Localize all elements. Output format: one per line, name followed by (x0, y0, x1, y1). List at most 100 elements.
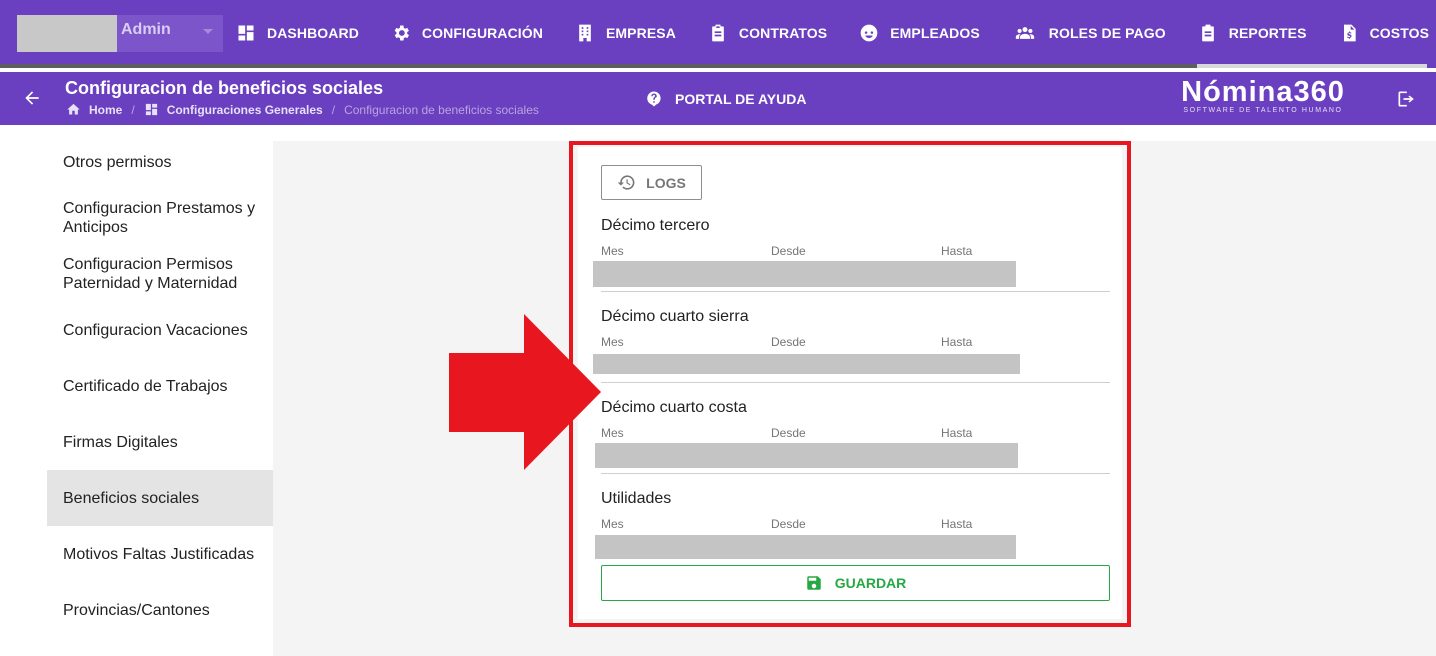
nav-item-dashboard[interactable]: DASHBOARD (236, 0, 359, 66)
nav-item-label: ROLES DE PAGO (1048, 25, 1166, 41)
redacted-fields-bar[interactable] (593, 261, 1016, 287)
save-button[interactable]: GUARDAR (601, 565, 1110, 601)
breadcrumb-current: Configuracion de beneficios sociales (344, 102, 539, 117)
dashboard-icon (145, 103, 157, 116)
sidebar-item-provincias-cantones[interactable]: Provincias/Cantones (47, 582, 273, 638)
column-labels: Mes Desde Hasta (601, 244, 1110, 260)
breadcrumb-separator: / (131, 102, 135, 117)
divider (601, 382, 1110, 383)
nav-item-label: CONFIGURACIÓN (421, 25, 543, 41)
red-arrow-annotation (449, 314, 601, 470)
column-labels: Mes Desde Hasta (601, 426, 1110, 442)
col-desde-label: Desde (771, 244, 806, 258)
help-portal-link[interactable]: PORTAL DE AYUDA (645, 90, 806, 108)
sidebar-item-label: Configuracion Vacaciones (63, 321, 248, 339)
breadcrumb-home[interactable]: Home (66, 102, 122, 117)
people-icon (1015, 27, 1034, 39)
col-desde-label: Desde (771, 426, 806, 440)
sidebar-item-label: Certificado de Trabajos (63, 377, 228, 395)
nav-scrollbar[interactable] (0, 64, 1197, 68)
col-desde-label: Desde (771, 517, 806, 531)
section-decimo-cuarto-sierra: Décimo cuarto sierra Mes Desde Hasta (601, 308, 1110, 351)
sidebar-item-firmas-digitales[interactable]: Firmas Digitales (47, 414, 273, 470)
save-button-label: GUARDAR (834, 575, 907, 591)
nav-item-reportes[interactable]: REPORTES (1198, 0, 1307, 66)
redacted-fields-bar[interactable] (595, 443, 1018, 468)
section-decimo-tercero: Décimo tercero Mes Desde Hasta (601, 217, 1110, 260)
column-labels: Mes Desde Hasta (601, 517, 1110, 533)
sidebar-item-label: Configuracion Prestamos y Anticipos (63, 200, 256, 236)
column-labels: Mes Desde Hasta (601, 335, 1110, 351)
col-hasta-label: Hasta (941, 335, 973, 349)
redacted-fields-bar[interactable] (595, 535, 1016, 559)
logout-icon (1398, 91, 1414, 107)
help-icon (647, 91, 661, 107)
page-header: Configuracion de beneficios sociales Hom… (0, 72, 1436, 125)
col-desde-label: Desde (771, 335, 806, 349)
chevron-down-icon (203, 29, 213, 34)
breadcrumb-home-label: Home (89, 102, 123, 117)
col-mes-label: Mes (601, 426, 624, 440)
nav-item-empleados[interactable]: EMPLEADOS (859, 0, 980, 66)
section-title: Décimo cuarto sierra (601, 308, 749, 325)
sidebar-item-prestamos-anticipos[interactable]: Configuracion Prestamos y Anticipos (47, 190, 273, 246)
arrow-left-icon (25, 91, 39, 105)
gear-icon (394, 25, 409, 41)
nav-scroll-thumb[interactable] (1197, 64, 1427, 68)
sidebar-item-label: Otros permisos (63, 153, 172, 171)
sidebar-item-label: Motivos Faltas Justificadas (63, 545, 255, 563)
user-menu[interactable]: Admin (17, 15, 223, 52)
dashboard-icon (238, 25, 254, 41)
divider (601, 291, 1110, 292)
nav-item-empresa[interactable]: EMPRESA (575, 0, 676, 66)
user-name: Admin (121, 21, 171, 38)
nav-item-label: COSTOS (1369, 25, 1430, 41)
sidebar-item-certificado-trabajos[interactable]: Certificado de Trabajos (47, 358, 273, 414)
logs-button[interactable]: LOGS (601, 165, 702, 200)
benefits-form-card: LOGS Décimo tercero Mes Desde Hasta Déci… (578, 147, 1122, 619)
sidebar-item-otros-permisos[interactable]: Otros permisos (47, 134, 273, 190)
sidebar-item-vacaciones[interactable]: Configuracion Vacaciones (47, 302, 273, 358)
nav-item-roles-de-pago[interactable]: ROLES DE PAGO (1012, 0, 1166, 66)
cost-file-icon (1343, 24, 1356, 42)
settings-sidebar: Otros permisos Configuracion Prestamos y… (47, 134, 273, 638)
help-portal-label: PORTAL DE AYUDA (675, 91, 807, 107)
nav-item-label: EMPLEADOS (890, 25, 980, 41)
home-icon (67, 103, 80, 115)
back-button[interactable] (22, 88, 42, 108)
report-icon (1201, 24, 1214, 42)
col-hasta-label: Hasta (941, 517, 973, 531)
sidebar-item-label: Beneficios sociales (63, 489, 200, 507)
section-title: Décimo cuarto costa (601, 399, 747, 416)
nav-item-label: CONTRATOS (738, 25, 828, 41)
col-mes-label: Mes (601, 335, 624, 349)
sidebar-item-permisos-paternidad-maternidad[interactable]: Configuracion Permisos Paternidad y Mate… (47, 246, 273, 302)
breadcrumb-section-label: Configuraciones Generales (166, 102, 323, 117)
section-decimo-cuarto-costa: Décimo cuarto costa Mes Desde Hasta (601, 399, 1110, 442)
section-title: Utilidades (601, 490, 672, 507)
arrow-right-icon (449, 314, 601, 470)
breadcrumb-section[interactable]: Configuraciones Generales (144, 102, 323, 117)
sidebar-item-label: Firmas Digitales (63, 433, 178, 451)
breadcrumb-separator: / (331, 102, 336, 117)
sidebar-item-label: Provincias/Cantones (63, 601, 210, 619)
clipboard-icon (712, 24, 724, 42)
col-mes-label: Mes (601, 517, 624, 531)
col-hasta-label: Hasta (941, 244, 973, 258)
floppy-disk-icon (806, 576, 821, 590)
redacted-fields-bar[interactable] (593, 354, 1020, 374)
nav-item-label: DASHBOARD (267, 25, 359, 41)
nav-item-contratos[interactable]: CONTRATOS (708, 0, 827, 66)
history-icon (617, 175, 635, 190)
breadcrumb: Home / Configuraciones Generales / Confi… (66, 102, 539, 117)
building-icon (579, 24, 591, 42)
divider (601, 473, 1110, 474)
logs-button-label: LOGS (646, 174, 686, 191)
logout-button[interactable] (1396, 89, 1416, 109)
col-hasta-label: Hasta (941, 426, 973, 440)
nav-item-configuracion[interactable]: CONFIGURACIÓN (391, 0, 543, 66)
nav-item-costos[interactable]: COSTOS (1339, 0, 1429, 66)
sidebar-item-beneficios-sociales[interactable]: Beneficios sociales (47, 470, 273, 526)
sidebar-item-motivos-faltas[interactable]: Motivos Faltas Justificadas (47, 526, 273, 582)
sidebar-item-label: Configuracion Permisos Paternidad y Mate… (63, 256, 238, 292)
